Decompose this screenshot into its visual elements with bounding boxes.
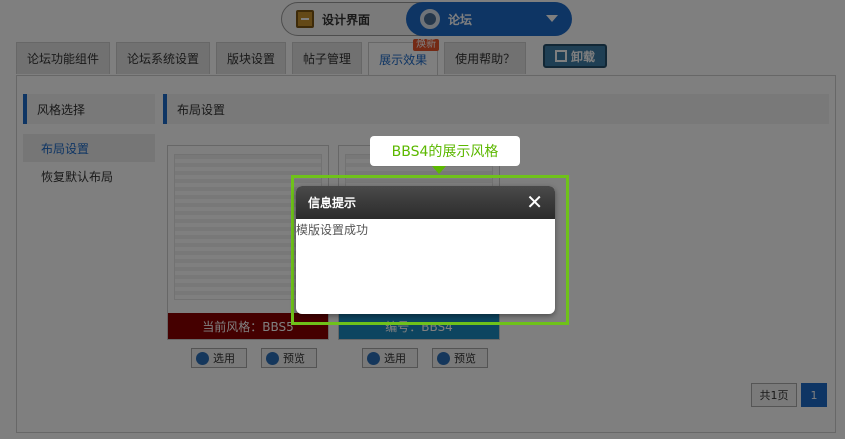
dialog-header: 信息提示 ✕ (296, 186, 555, 219)
close-icon[interactable]: ✕ (526, 191, 543, 213)
style-tooltip: BBS4的展示风格 (370, 136, 520, 174)
info-dialog: 信息提示 ✕ 模版设置成功 (296, 186, 555, 314)
dialog-message: 模版设置成功 (296, 223, 369, 237)
dialog-title: 信息提示 (308, 196, 357, 210)
